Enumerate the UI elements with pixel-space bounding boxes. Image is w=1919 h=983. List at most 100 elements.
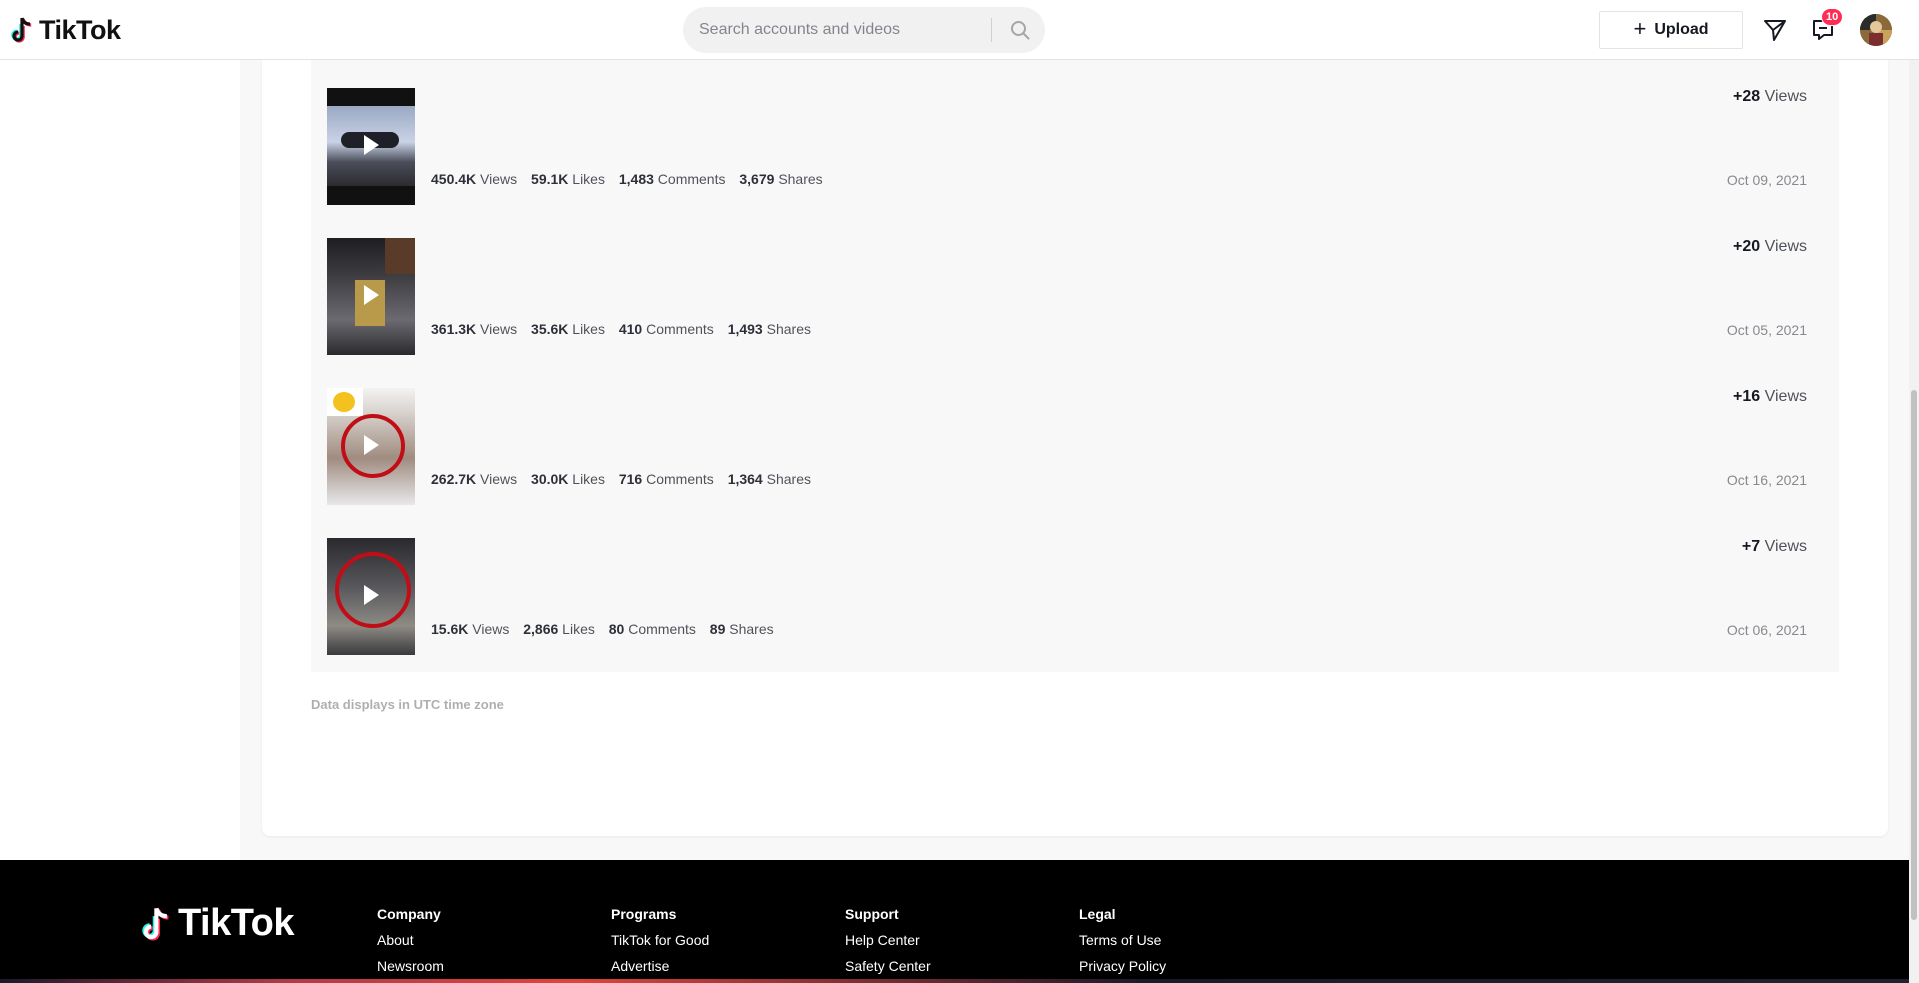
video-thumbnail[interactable] xyxy=(327,88,415,205)
shares-label: Shares xyxy=(778,171,823,187)
upload-label: Upload xyxy=(1654,21,1709,38)
comments-label: Comments xyxy=(657,171,726,187)
views-label: Views xyxy=(480,471,518,487)
likes-count: 2,866 xyxy=(523,621,559,637)
delta-value: +16 xyxy=(1733,388,1761,405)
views-label: Views xyxy=(480,321,518,337)
video-thumbnail[interactable] xyxy=(327,388,415,505)
paper-plane-icon xyxy=(1764,20,1786,41)
comments-count: 80 xyxy=(608,621,625,637)
footer: TikTok Company About Newsroom Programs T… xyxy=(0,860,1909,983)
footer-logo[interactable]: TikTok xyxy=(142,902,294,945)
views-label: Views xyxy=(472,621,510,637)
delta-label: Views xyxy=(1764,538,1807,555)
footer-link-tiktok-for-good[interactable]: TikTok for Good xyxy=(611,932,709,948)
play-icon xyxy=(364,135,379,155)
profile-photo-icon xyxy=(1860,14,1892,46)
delta-label: Views xyxy=(1764,388,1807,405)
shares-count: 1,493 xyxy=(727,321,763,337)
likes-label: Likes xyxy=(562,621,595,637)
top-header: TikTok + Upload 10 xyxy=(0,0,1919,60)
search-icon xyxy=(1011,21,1030,40)
inbox-badge: 10 xyxy=(1821,8,1844,26)
play-icon xyxy=(364,585,379,605)
thumbnail-face xyxy=(385,238,415,274)
video-thumbnail[interactable] xyxy=(327,538,415,655)
tiktok-note-icon xyxy=(142,907,169,940)
views-count: 361.3K xyxy=(431,321,477,337)
footer-column-legal: Legal Terms of Use Privacy Policy xyxy=(1079,906,1166,983)
search-input[interactable] xyxy=(699,7,999,53)
comments-count: 716 xyxy=(618,471,643,487)
search-button[interactable] xyxy=(995,7,1045,53)
footer-logo-text: TikTok xyxy=(178,902,294,944)
comments-label: Comments xyxy=(628,621,696,637)
likes-label: Likes xyxy=(572,471,605,487)
video-row[interactable]: 15.6K Views 2,866 Likes 80 Comments 89 S… xyxy=(327,510,1823,660)
likes-count: 35.6K xyxy=(531,321,569,337)
footer-link-advertise[interactable]: Advertise xyxy=(611,958,709,974)
views-delta: +7 Views xyxy=(1742,538,1807,556)
timezone-note: Data displays in UTC time zone xyxy=(311,697,504,712)
search-divider xyxy=(991,18,992,42)
footer-link-privacy[interactable]: Privacy Policy xyxy=(1079,958,1166,974)
video-list: 450.4K Views 59.1K Likes 1,483 Comments … xyxy=(311,60,1839,672)
emoji-icon xyxy=(333,392,355,412)
likes-count: 59.1K xyxy=(531,171,569,187)
post-date: Oct 05, 2021 xyxy=(1726,322,1807,338)
tiktok-note-icon xyxy=(11,17,32,43)
avatar[interactable] xyxy=(1860,14,1892,46)
footer-column-title: Programs xyxy=(611,906,677,922)
delta-value: +20 xyxy=(1733,238,1761,255)
tiktok-logo[interactable]: TikTok xyxy=(11,13,121,47)
shares-label: Shares xyxy=(729,621,774,637)
video-stats: 361.3K Views 35.6K Likes 410 Comments 1,… xyxy=(431,321,821,337)
sidebar xyxy=(0,60,240,860)
page-scrollbar[interactable] xyxy=(1909,60,1919,983)
footer-column-title: Support xyxy=(845,906,899,922)
comments-count: 1,483 xyxy=(618,171,654,187)
delta-value: +7 xyxy=(1741,538,1761,555)
shares-count: 3,679 xyxy=(739,171,775,187)
views-count: 15.6K xyxy=(431,621,469,637)
video-thumbnail[interactable] xyxy=(327,238,415,355)
video-row[interactable]: 361.3K Views 35.6K Likes 410 Comments 1,… xyxy=(327,210,1823,360)
video-stats: 15.6K Views 2,866 Likes 80 Comments 89 S… xyxy=(431,621,784,637)
post-date: Oct 16, 2021 xyxy=(1726,472,1807,488)
footer-link-terms[interactable]: Terms of Use xyxy=(1079,932,1166,948)
likes-count: 30.0K xyxy=(531,471,569,487)
shares-count: 1,364 xyxy=(727,471,763,487)
logo-text: TikTok xyxy=(39,14,121,45)
shares-count: 89 xyxy=(709,621,726,637)
comments-label: Comments xyxy=(646,471,714,487)
views-delta: +16 Views xyxy=(1733,388,1807,406)
comments-label: Comments xyxy=(646,321,714,337)
play-icon xyxy=(364,435,379,455)
scrollbar-thumb[interactable] xyxy=(1911,390,1917,920)
footer-gradient-strip xyxy=(0,979,1909,983)
footer-column-support: Support Help Center Safety Center xyxy=(845,906,931,983)
video-row[interactable]: 450.4K Views 59.1K Likes 1,483 Comments … xyxy=(327,60,1823,210)
messages-button[interactable] xyxy=(1760,15,1790,45)
likes-label: Likes xyxy=(572,321,605,337)
footer-link-safety-center[interactable]: Safety Center xyxy=(845,958,931,974)
footer-column-title: Company xyxy=(377,906,441,922)
likes-label: Likes xyxy=(572,171,605,187)
footer-link-help-center[interactable]: Help Center xyxy=(845,932,931,948)
views-delta: +20 Views xyxy=(1733,238,1807,256)
views-count: 450.4K xyxy=(431,171,477,187)
search-bar xyxy=(683,7,1045,53)
plus-icon: + xyxy=(1633,16,1647,41)
delta-label: Views xyxy=(1764,238,1807,255)
delta-value: +28 xyxy=(1733,88,1761,105)
footer-link-newsroom[interactable]: Newsroom xyxy=(377,958,444,974)
upload-button[interactable]: + Upload xyxy=(1599,11,1743,49)
footer-column-company: Company About Newsroom xyxy=(377,906,444,983)
footer-link-about[interactable]: About xyxy=(377,932,444,948)
video-stats: 262.7K Views 30.0K Likes 716 Comments 1,… xyxy=(431,471,821,487)
footer-column-title: Legal xyxy=(1079,906,1116,922)
video-row[interactable]: 262.7K Views 30.0K Likes 716 Comments 1,… xyxy=(327,360,1823,510)
shares-label: Shares xyxy=(766,471,811,487)
post-date: Oct 06, 2021 xyxy=(1726,622,1807,638)
footer-column-programs: Programs TikTok for Good Advertise xyxy=(611,906,709,983)
